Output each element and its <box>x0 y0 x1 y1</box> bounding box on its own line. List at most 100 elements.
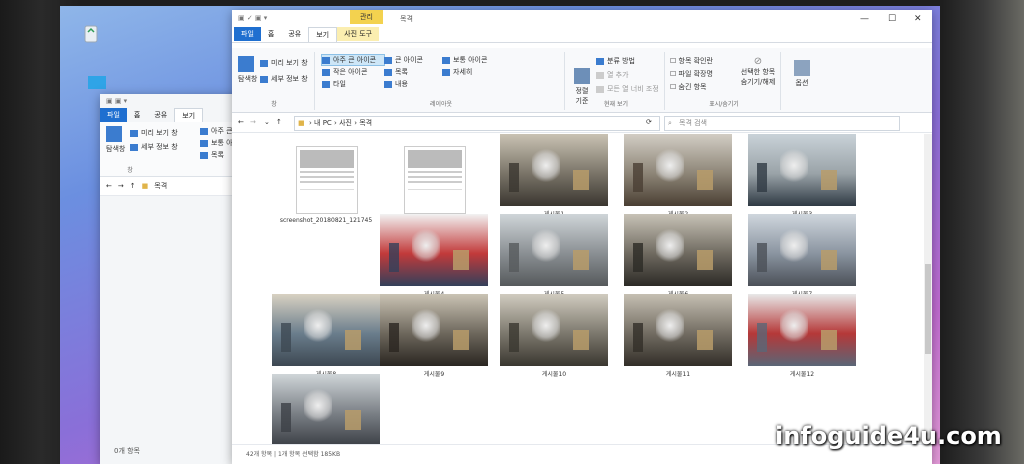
file-thumbnail[interactable]: 게시물2 <box>624 134 732 218</box>
file-name: 게시물12 <box>789 371 815 378</box>
hide-selected-button[interactable]: 선택한 항목 숨기기/해제 <box>741 68 776 86</box>
options-button[interactable]: 옵션 <box>796 79 809 87</box>
file-thumbnail[interactable]: 게시물12 <box>748 294 856 378</box>
file-thumbnail[interactable]: 게시물5 <box>500 214 608 298</box>
folder-icon: ■ <box>298 119 305 127</box>
preview-pane-button[interactable]: 미리 보기 창 <box>271 59 308 67</box>
path-witness[interactable]: 목격 <box>359 119 372 127</box>
back-tab-view[interactable]: 보기 <box>174 107 204 123</box>
photo-image <box>500 214 608 286</box>
back-nav-pane-button[interactable]: 탐색창 <box>106 145 125 153</box>
file-thumbnail[interactable]: 게시물6 <box>624 214 732 298</box>
file-grid[interactable]: screenshot_20180821_121745 screenshot_201… <box>232 134 932 444</box>
nav-pane-icon <box>106 126 122 142</box>
back-arrow-icon[interactable]: ← <box>238 118 244 126</box>
back-preview-pane[interactable]: 미리 보기 창 <box>141 129 178 137</box>
maximize-icon[interactable]: ☐ <box>888 14 896 24</box>
current-view-label: 현재 보기 <box>604 101 628 108</box>
back-layout-item[interactable]: 목록 <box>211 151 224 159</box>
file-thumbnail[interactable]: 게시물11 <box>624 294 732 378</box>
checkbox-icon[interactable]: ☐ <box>670 57 676 65</box>
qat-icon[interactable]: ▣ ▣ ▾ <box>106 97 127 105</box>
photo-image <box>380 214 488 286</box>
fit-columns-button[interactable]: 모든 열 너비 조정 <box>607 85 659 93</box>
add-column-icon <box>596 71 604 79</box>
nav-pane-button[interactable]: 탐색창 <box>238 75 257 83</box>
back-tab-share[interactable]: 공유 <box>147 108 174 122</box>
ribbon: 탐색창 미리 보기 창 세부 정보 창 창 아주 큰 아이콘 큰 아이콘 보통 아이… <box>232 48 932 113</box>
file-thumbnail[interactable]: 동영상 캡처1 <box>272 374 380 444</box>
tab-share[interactable]: 공유 <box>281 27 308 41</box>
fit-columns-icon <box>596 85 604 93</box>
tab-view[interactable]: 보기 <box>308 26 338 42</box>
qat-icon[interactable]: ▣ ✓ ▣ ▾ <box>238 14 267 22</box>
layout-group: 아주 큰 아이콘 큰 아이콘 보통 아이콘작은 아이콘 목록 자세히타일 내용 레이아웃 <box>318 52 565 110</box>
up-arrow-icon[interactable]: ↑ <box>276 118 282 126</box>
search-placeholder: 목격 검색 <box>679 119 707 127</box>
preview-pane-icon <box>260 59 268 67</box>
file-thumbnail[interactable]: 게시물4 <box>380 214 488 298</box>
photo-image <box>748 214 856 286</box>
back-arrow-icon[interactable]: ← <box>106 182 112 190</box>
photo-image <box>748 294 856 366</box>
file-thumbnail[interactable]: 게시물1 <box>500 134 608 218</box>
file-thumbnail[interactable]: 게시물3 <box>748 134 856 218</box>
scrollbar-thumb[interactable] <box>925 264 931 354</box>
layout-option-label: 자세히 <box>453 68 473 76</box>
layout-option[interactable]: 큰 아이콘 <box>384 55 442 65</box>
back-tab-home[interactable]: 홈 <box>127 108 147 122</box>
recent-chevron-icon[interactable]: ⌄ <box>264 118 270 126</box>
layout-option[interactable]: 아주 큰 아이콘 <box>321 54 385 66</box>
details-pane-button[interactable]: 세부 정보 창 <box>271 75 308 83</box>
layout-option[interactable]: 자세히 <box>442 67 500 77</box>
forward-arrow-icon[interactable]: → <box>250 118 256 126</box>
layout-option[interactable]: 내용 <box>384 79 442 89</box>
file-thumbnail[interactable]: screenshot_20180821_121759 <box>380 146 488 224</box>
details-pane-icon <box>130 143 138 151</box>
layout-option-label: 내용 <box>395 80 408 88</box>
close-icon[interactable]: ✕ <box>914 14 922 24</box>
tab-home[interactable]: 홈 <box>261 27 281 41</box>
layout-option[interactable]: 타일 <box>322 79 384 89</box>
details-pane-icon <box>260 75 268 83</box>
layout-icon <box>322 68 330 76</box>
back-address-path[interactable]: 목격 <box>154 181 167 191</box>
add-column-button[interactable]: 열 추가 <box>607 71 629 79</box>
layout-option[interactable]: 작은 아이콘 <box>322 67 384 77</box>
status-text: 42개 항목 | 1개 항목 선택함 185KB <box>246 451 341 458</box>
checkbox-icon[interactable]: ☐ <box>670 83 676 91</box>
path-pc[interactable]: 내 PC <box>314 119 332 127</box>
minimize-icon[interactable]: — <box>860 14 869 24</box>
up-arrow-icon[interactable]: ↑ <box>130 182 136 190</box>
refresh-icon[interactable]: ⟳ <box>646 118 652 126</box>
checkbox-icon[interactable]: ☐ <box>670 70 676 78</box>
folder-icon: ■ <box>141 182 149 190</box>
back-tab-file[interactable]: 파일 <box>100 108 127 122</box>
group-by-button[interactable]: 분류 방법 <box>607 57 635 65</box>
back-details-pane[interactable]: 세부 정보 창 <box>141 143 178 151</box>
tab-file[interactable]: 파일 <box>234 27 261 41</box>
address-path[interactable]: ■ › 내 PC › 사진 › 목격 <box>294 116 660 131</box>
context-tab-manage[interactable]: 관리 <box>350 10 383 24</box>
pane-group-label: 창 <box>271 101 277 108</box>
recycle-bin-icon[interactable] <box>80 22 102 46</box>
layout-option-label: 타일 <box>333 80 346 88</box>
file-thumbnail[interactable]: screenshot_20180821_121745 <box>272 146 380 224</box>
tab-picture-tools[interactable]: 사진 도구 <box>337 27 380 41</box>
search-input[interactable]: ⌕ 목격 검색 <box>664 116 900 131</box>
layout-icon <box>322 56 330 64</box>
layout-option[interactable]: 보통 아이콘 <box>442 55 500 65</box>
layout-group-label: 레이아웃 <box>429 101 453 108</box>
file-thumbnail[interactable]: 게시물8 <box>272 294 380 378</box>
file-thumbnail[interactable]: 게시물10 <box>500 294 608 378</box>
forward-arrow-icon[interactable]: → <box>118 182 124 190</box>
layout-option[interactable]: 목록 <box>384 67 442 77</box>
photo-image <box>296 146 358 214</box>
explorer-window-front[interactable]: ▣ ✓ ▣ ▾ 관리 목격 — ☐ ✕ 파일 홈 공유 보기 사진 도구 탐색창… <box>232 10 932 464</box>
folder-shortcut-icon[interactable] <box>86 70 108 94</box>
path-pictures[interactable]: 사진 <box>339 119 352 127</box>
scrollbar[interactable] <box>924 134 932 444</box>
file-name: 게시물9 <box>423 371 445 378</box>
file-thumbnail[interactable]: 게시물9 <box>380 294 488 378</box>
file-thumbnail[interactable]: 게시물7 <box>748 214 856 298</box>
